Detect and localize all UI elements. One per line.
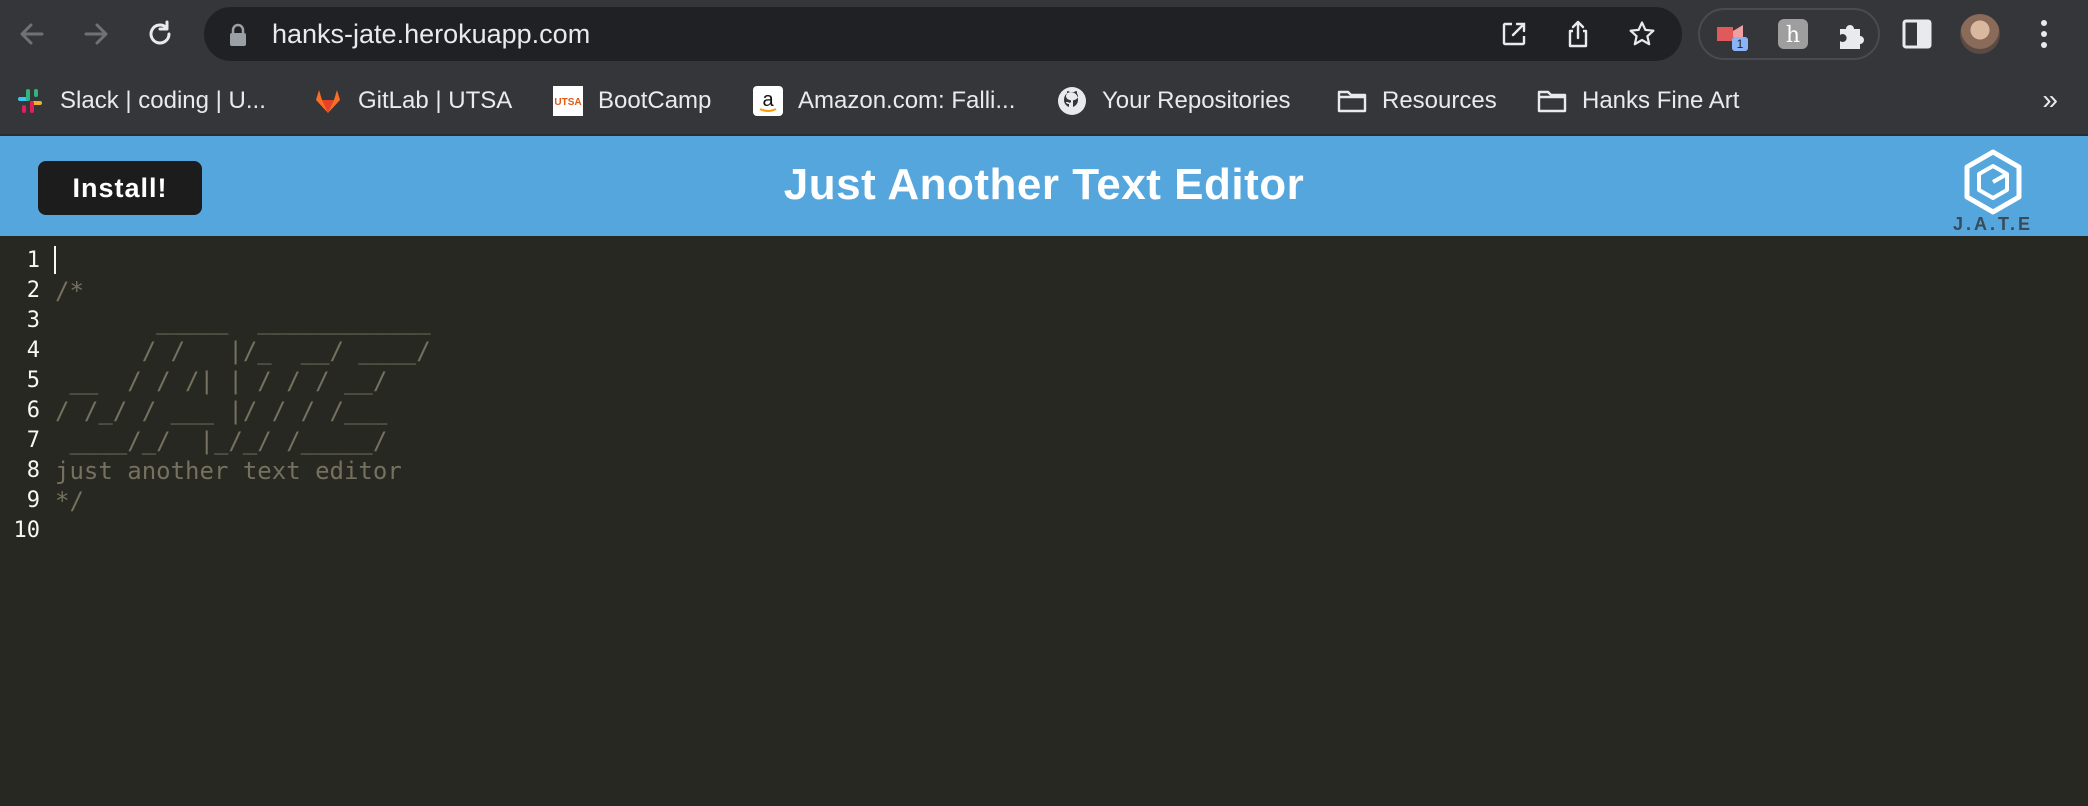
page-title: Just Another Text Editor (783, 160, 1305, 209)
browser-toolbar: hanks-jate.herokuapp.com 1 h (0, 0, 2088, 68)
editor-line[interactable]: 4 / / |/_ __/ ____/ (0, 336, 2088, 366)
bookmark-amazon[interactable]: a Amazon.com: Falli... (752, 82, 1015, 120)
bookmark-label: Slack | coding | U... (60, 87, 266, 114)
bookmark-hanks-fine-art[interactable]: Hanks Fine Art (1536, 82, 1739, 120)
line-number: 8 (26, 458, 40, 483)
line-number: 7 (26, 428, 40, 453)
utsa-icon: UTSA (553, 86, 583, 116)
line-text[interactable]: / / |/_ __/ ____/ (55, 336, 431, 366)
bookmark-your-repositories[interactable]: Your Repositories (1056, 82, 1291, 120)
bookmark-gitlab[interactable]: GitLab | UTSA (312, 82, 512, 120)
line-text[interactable]: / /_/ / ___ |/ / / /___ (55, 396, 387, 426)
bookmark-label: Hanks Fine Art (1582, 87, 1740, 114)
honey-extension-icon[interactable]: h (1776, 17, 1810, 51)
open-in-app-icon[interactable] (1500, 20, 1528, 48)
bookmark-label: GitLab | UTSA (358, 87, 513, 114)
line-number: 5 (26, 368, 40, 393)
github-icon (1058, 87, 1086, 115)
editor-line[interactable]: 5 __ / / /| | / / / __/ (0, 366, 2088, 396)
forward-arrow-icon (84, 23, 108, 45)
line-text[interactable]: */ (55, 486, 84, 516)
lock-icon (230, 23, 246, 46)
bookmarks-bar: Slack | coding | U... GitLab | UTSA UTSA… (0, 68, 2088, 136)
logo-text: J.A.T.E (1952, 214, 2034, 234)
bookmark-slack[interactable]: Slack | coding | U... (14, 82, 266, 120)
forward-button[interactable] (76, 14, 116, 54)
back-button[interactable] (12, 14, 52, 54)
app-header: Install! Just Another Text Editor J.A.T.… (0, 136, 2088, 236)
svg-text:a: a (762, 89, 774, 111)
bookmarks-overflow-button[interactable]: » (2042, 84, 2058, 116)
extensions-group: 1 h (1698, 8, 1880, 60)
editor-line[interactable]: 10 (0, 516, 2088, 546)
line-number: 6 (26, 398, 40, 423)
bookmark-resources[interactable]: Resources (1336, 82, 1497, 120)
address-bar[interactable]: hanks-jate.herokuapp.com (204, 7, 1682, 61)
bookmark-label: Resources (1382, 87, 1497, 114)
amazon-icon: a (753, 86, 783, 116)
more-menu-icon[interactable] (2036, 18, 2052, 50)
bookmark-star-icon[interactable] (1628, 20, 1656, 48)
code-editor[interactable]: 1 2 /* 3 _____ ____________ 4 / / |/_ __… (0, 236, 2088, 806)
back-arrow-icon (20, 23, 44, 45)
line-number: 9 (26, 488, 40, 513)
avatar[interactable] (1960, 14, 2000, 54)
line-number: 3 (26, 308, 40, 333)
url-text[interactable]: hanks-jate.herokuapp.com (272, 21, 590, 48)
editor-line[interactable]: 6 / /_/ / ___ |/ / / /___ (0, 396, 2088, 426)
share-icon[interactable] (1564, 20, 1592, 48)
editor-line[interactable]: 9 */ (0, 486, 2088, 516)
line-number: 10 (13, 518, 41, 543)
text-cursor (54, 246, 56, 274)
editor-line[interactable]: 8 just another text editor (0, 456, 2088, 486)
extension-badge: 1 (1737, 37, 1744, 51)
slack-icon (18, 89, 42, 113)
line-text[interactable]: _____ ____________ (55, 306, 431, 336)
svg-text:UTSA: UTSA (554, 97, 581, 108)
editor-line[interactable]: 2 /* (0, 276, 2088, 306)
bookmark-label: Amazon.com: Falli... (798, 87, 1016, 114)
editor-line[interactable]: 1 (0, 246, 2088, 276)
reload-icon (149, 20, 171, 45)
bookmark-label: BootCamp (598, 87, 712, 114)
editor-line[interactable]: 3 _____ ____________ (0, 306, 2088, 336)
side-panel-icon[interactable] (1902, 19, 1932, 49)
editor-line[interactable]: 7 ____/_/ |_/_/ /_____/ (0, 426, 2088, 456)
puzzle-extensions-icon[interactable] (1834, 17, 1868, 51)
folder-icon (1537, 90, 1567, 113)
folder-icon (1337, 90, 1367, 113)
bookmark-label: Your Repositories (1102, 87, 1291, 114)
line-text[interactable]: just another text editor (55, 456, 402, 486)
screen-recorder-extension-icon[interactable]: 1 (1714, 17, 1748, 51)
line-text[interactable]: __ / / /| | / / / __/ (55, 366, 387, 396)
line-text[interactable]: /* (55, 276, 84, 306)
reload-button[interactable] (140, 14, 180, 54)
line-number: 2 (26, 278, 40, 303)
bookmark-bootcamp[interactable]: UTSA BootCamp (552, 82, 711, 120)
line-text[interactable]: ____/_/ |_/_/ /_____/ (55, 426, 387, 456)
gitlab-icon (316, 90, 340, 113)
line-number: 4 (26, 338, 40, 363)
svg-text:h: h (1786, 23, 1800, 48)
line-number: 1 (26, 248, 40, 273)
